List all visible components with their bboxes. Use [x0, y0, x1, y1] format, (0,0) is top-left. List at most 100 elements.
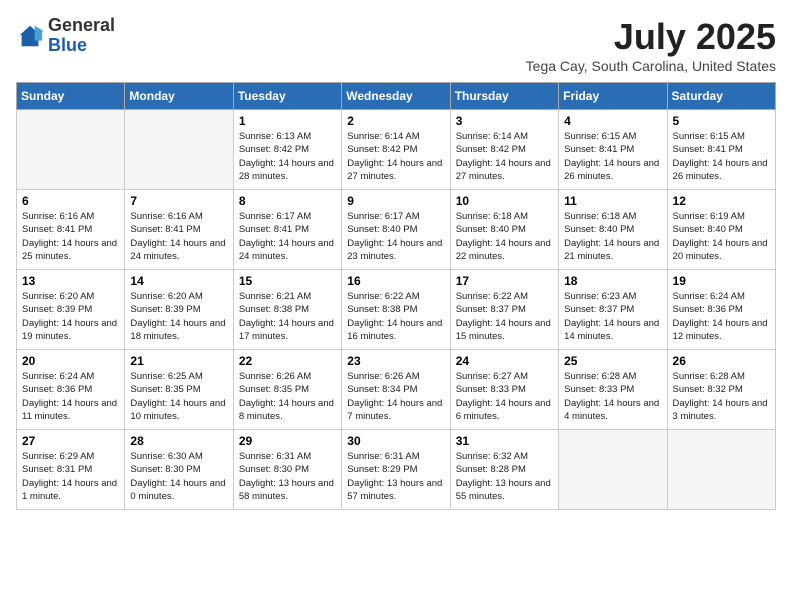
day-info: Sunrise: 6:17 AMSunset: 8:40 PMDaylight:…	[347, 210, 444, 263]
calendar-cell: 8 Sunrise: 6:17 AMSunset: 8:41 PMDaylight…	[233, 190, 341, 270]
calendar-cell: 1 Sunrise: 6:13 AMSunset: 8:42 PMDaylight…	[233, 110, 341, 190]
calendar-cell: 21 Sunrise: 6:25 AMSunset: 8:35 PMDayligh…	[125, 350, 233, 430]
day-of-week-header: Saturday	[667, 83, 775, 110]
day-info: Sunrise: 6:17 AMSunset: 8:41 PMDaylight:…	[239, 210, 336, 263]
calendar-cell: 9Sunrise: 6:17 AMSunset: 8:40 PMDaylight…	[342, 190, 450, 270]
calendar-cell: 6 Sunrise: 6:16 AMSunset: 8:41 PMDaylight…	[17, 190, 125, 270]
month-year-title: July 2025	[526, 16, 776, 58]
day-number: 25	[564, 354, 661, 368]
calendar-cell: 27 Sunrise: 6:29 AMSunset: 8:31 PMDayligh…	[17, 430, 125, 510]
day-info: Sunrise: 6:21 AMSunset: 8:38 PMDaylight:…	[239, 290, 336, 343]
calendar-cell: 26Sunrise: 6:28 AMSunset: 8:32 PMDayligh…	[667, 350, 775, 430]
calendar-cell: 24 Sunrise: 6:27 AMSunset: 8:33 PMDayligh…	[450, 350, 558, 430]
calendar-header-row: SundayMondayTuesdayWednesdayThursdayFrid…	[17, 83, 776, 110]
day-number: 8	[239, 194, 336, 208]
day-of-week-header: Thursday	[450, 83, 558, 110]
day-number: 15	[239, 274, 336, 288]
day-info: Sunrise: 6:31 AMSunset: 8:30 PMDaylight:…	[239, 450, 336, 503]
logo-text: General Blue	[48, 16, 115, 56]
day-info: Sunrise: 6:15 AMSunset: 8:41 PMDaylight:…	[564, 130, 661, 183]
calendar-cell: 23 Sunrise: 6:26 AMSunset: 8:34 PMDayligh…	[342, 350, 450, 430]
calendar-week-row: 13Sunrise: 6:20 AMSunset: 8:39 PMDayligh…	[17, 270, 776, 350]
calendar-cell: 25 Sunrise: 6:28 AMSunset: 8:33 PMDayligh…	[559, 350, 667, 430]
page-header: General Blue July 2025 Tega Cay, South C…	[16, 16, 776, 74]
calendar-cell	[125, 110, 233, 190]
calendar-cell: 19 Sunrise: 6:24 AMSunset: 8:36 PMDayligh…	[667, 270, 775, 350]
calendar-cell: 12 Sunrise: 6:19 AMSunset: 8:40 PMDayligh…	[667, 190, 775, 270]
logo-general-text: General	[48, 16, 115, 36]
day-info: Sunrise: 6:16 AMSunset: 8:41 PMDaylight:…	[130, 210, 227, 263]
calendar-cell: 4 Sunrise: 6:15 AMSunset: 8:41 PMDaylight…	[559, 110, 667, 190]
day-number: 31	[456, 434, 553, 448]
calendar-cell: 5 Sunrise: 6:15 AMSunset: 8:41 PMDaylight…	[667, 110, 775, 190]
day-number: 27	[22, 434, 119, 448]
calendar-cell: 11Sunrise: 6:18 AMSunset: 8:40 PMDayligh…	[559, 190, 667, 270]
calendar-cell	[559, 430, 667, 510]
day-number: 21	[130, 354, 227, 368]
day-number: 29	[239, 434, 336, 448]
calendar-week-row: 27 Sunrise: 6:29 AMSunset: 8:31 PMDayligh…	[17, 430, 776, 510]
calendar-cell: 28Sunrise: 6:30 AMSunset: 8:30 PMDayligh…	[125, 430, 233, 510]
day-info: Sunrise: 6:24 AMSunset: 8:36 PMDaylight:…	[22, 370, 119, 423]
day-info: Sunrise: 6:19 AMSunset: 8:40 PMDaylight:…	[673, 210, 770, 263]
calendar-cell	[667, 430, 775, 510]
day-of-week-header: Tuesday	[233, 83, 341, 110]
day-number: 4	[564, 114, 661, 128]
calendar-cell: 7 Sunrise: 6:16 AMSunset: 8:41 PMDaylight…	[125, 190, 233, 270]
logo-icon	[16, 22, 44, 50]
calendar-cell: 31Sunrise: 6:32 AMSunset: 8:28 PMDayligh…	[450, 430, 558, 510]
calendar-cell: 17Sunrise: 6:22 AMSunset: 8:37 PMDayligh…	[450, 270, 558, 350]
day-info: Sunrise: 6:18 AMSunset: 8:40 PMDaylight:…	[456, 210, 553, 263]
calendar-cell: 14Sunrise: 6:20 AMSunset: 8:39 PMDayligh…	[125, 270, 233, 350]
day-of-week-header: Sunday	[17, 83, 125, 110]
day-of-week-header: Wednesday	[342, 83, 450, 110]
day-number: 14	[130, 274, 227, 288]
calendar-cell: 3Sunrise: 6:14 AMSunset: 8:42 PMDaylight…	[450, 110, 558, 190]
day-info: Sunrise: 6:20 AMSunset: 8:39 PMDaylight:…	[22, 290, 119, 343]
calendar-week-row: 6 Sunrise: 6:16 AMSunset: 8:41 PMDaylight…	[17, 190, 776, 270]
day-info: Sunrise: 6:28 AMSunset: 8:32 PMDaylight:…	[673, 370, 770, 423]
day-info: Sunrise: 6:18 AMSunset: 8:40 PMDaylight:…	[564, 210, 661, 263]
location-subtitle: Tega Cay, South Carolina, United States	[526, 58, 776, 74]
day-info: Sunrise: 6:22 AMSunset: 8:37 PMDaylight:…	[456, 290, 553, 343]
day-info: Sunrise: 6:25 AMSunset: 8:35 PMDaylight:…	[130, 370, 227, 423]
title-block: July 2025 Tega Cay, South Carolina, Unit…	[526, 16, 776, 74]
day-of-week-header: Friday	[559, 83, 667, 110]
day-number: 7	[130, 194, 227, 208]
day-info: Sunrise: 6:13 AMSunset: 8:42 PMDaylight:…	[239, 130, 336, 183]
day-number: 5	[673, 114, 770, 128]
day-number: 12	[673, 194, 770, 208]
calendar-week-row: 1 Sunrise: 6:13 AMSunset: 8:42 PMDaylight…	[17, 110, 776, 190]
day-info: Sunrise: 6:15 AMSunset: 8:41 PMDaylight:…	[673, 130, 770, 183]
day-number: 1	[239, 114, 336, 128]
calendar-cell: 29 Sunrise: 6:31 AMSunset: 8:30 PMDayligh…	[233, 430, 341, 510]
day-number: 3	[456, 114, 553, 128]
day-info: Sunrise: 6:27 AMSunset: 8:33 PMDaylight:…	[456, 370, 553, 423]
calendar-cell: 22Sunrise: 6:26 AMSunset: 8:35 PMDayligh…	[233, 350, 341, 430]
day-number: 19	[673, 274, 770, 288]
day-number: 23	[347, 354, 444, 368]
day-info: Sunrise: 6:23 AMSunset: 8:37 PMDaylight:…	[564, 290, 661, 343]
logo: General Blue	[16, 16, 115, 56]
day-info: Sunrise: 6:16 AMSunset: 8:41 PMDaylight:…	[22, 210, 119, 263]
day-info: Sunrise: 6:26 AMSunset: 8:34 PMDaylight:…	[347, 370, 444, 423]
day-number: 28	[130, 434, 227, 448]
day-number: 30	[347, 434, 444, 448]
day-of-week-header: Monday	[125, 83, 233, 110]
calendar-cell: 13Sunrise: 6:20 AMSunset: 8:39 PMDayligh…	[17, 270, 125, 350]
calendar-cell: 18Sunrise: 6:23 AMSunset: 8:37 PMDayligh…	[559, 270, 667, 350]
logo-blue-text: Blue	[48, 36, 115, 56]
day-number: 10	[456, 194, 553, 208]
day-number: 24	[456, 354, 553, 368]
day-number: 6	[22, 194, 119, 208]
day-info: Sunrise: 6:24 AMSunset: 8:36 PMDaylight:…	[673, 290, 770, 343]
day-number: 16	[347, 274, 444, 288]
calendar-cell: 20Sunrise: 6:24 AMSunset: 8:36 PMDayligh…	[17, 350, 125, 430]
calendar-cell: 30Sunrise: 6:31 AMSunset: 8:29 PMDayligh…	[342, 430, 450, 510]
day-info: Sunrise: 6:28 AMSunset: 8:33 PMDaylight:…	[564, 370, 661, 423]
day-info: Sunrise: 6:22 AMSunset: 8:38 PMDaylight:…	[347, 290, 444, 343]
calendar-table: SundayMondayTuesdayWednesdayThursdayFrid…	[16, 82, 776, 510]
day-info: Sunrise: 6:29 AMSunset: 8:31 PMDaylight:…	[22, 450, 119, 503]
calendar-cell: 15 Sunrise: 6:21 AMSunset: 8:38 PMDayligh…	[233, 270, 341, 350]
day-info: Sunrise: 6:26 AMSunset: 8:35 PMDaylight:…	[239, 370, 336, 423]
